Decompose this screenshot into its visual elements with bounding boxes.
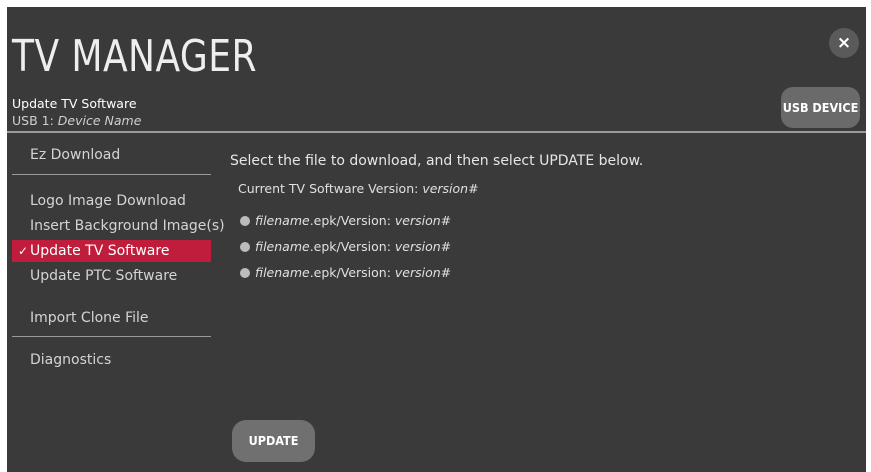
current-version-value: version# xyxy=(422,181,479,196)
file-version: version# xyxy=(394,239,452,254)
radio-button-icon[interactable] xyxy=(240,242,250,252)
radio-button-icon[interactable] xyxy=(240,216,250,226)
sidebar-item-ez-download[interactable]: Ez Download xyxy=(12,144,211,166)
sidebar-item-label: Insert Background Image(s) xyxy=(30,218,225,234)
sidebar-item-logo-image-download[interactable]: Logo Image Download xyxy=(12,190,211,212)
sidebar-divider xyxy=(12,336,211,337)
usb-device-button[interactable]: USB DEVICE xyxy=(781,87,860,128)
file-name: filename xyxy=(255,265,310,280)
file-option[interactable]: filename.epk/Version: version# xyxy=(240,264,451,282)
instruction-text: Select the file to download, and then se… xyxy=(230,153,644,169)
current-version: Current TV Software Version: version# xyxy=(238,181,479,196)
file-version: version# xyxy=(394,265,452,280)
sidebar-item-label: Update TV Software xyxy=(30,243,170,259)
radio-button-icon[interactable] xyxy=(240,268,250,278)
file-version: version# xyxy=(394,213,452,228)
sidebar-item-label: Ez Download xyxy=(30,147,121,163)
app-title: TV MANAGER xyxy=(12,31,257,82)
device-info: USB 1: Device Name xyxy=(12,113,141,128)
sidebar-item-label: Logo Image Download xyxy=(30,193,186,209)
check-icon: ✓ xyxy=(18,244,29,258)
file-name: filename xyxy=(255,213,310,228)
current-version-label: Current TV Software Version: xyxy=(238,181,423,196)
file-option[interactable]: filename.epk/Version: version# xyxy=(240,212,451,230)
sidebar-item-label: Update PTC Software xyxy=(30,268,178,284)
update-button[interactable]: UPDATE xyxy=(232,420,315,462)
sidebar-item-insert-background-images[interactable]: Insert Background Image(s) xyxy=(12,215,225,237)
sidebar-item-diagnostics[interactable]: Diagnostics xyxy=(12,349,211,371)
sidebar-divider xyxy=(12,174,211,175)
sidebar-item-import-clone-file[interactable]: Import Clone File xyxy=(12,307,211,329)
file-suffix: .epk/Version: xyxy=(309,239,395,254)
file-name: filename xyxy=(255,239,310,254)
sidebar-item-update-ptc-software[interactable]: Update PTC Software xyxy=(12,265,211,287)
sidebar-item-update-tv-software[interactable]: ✓ Update TV Software xyxy=(12,240,211,262)
close-icon: × xyxy=(836,33,852,53)
file-suffix: .epk/Version: xyxy=(309,213,395,228)
close-button[interactable]: × xyxy=(829,28,859,58)
file-suffix: .epk/Version: xyxy=(309,265,395,280)
device-prefix: USB 1: xyxy=(12,113,58,128)
file-option[interactable]: filename.epk/Version: version# xyxy=(240,238,451,256)
sidebar-item-label: Diagnostics xyxy=(30,352,112,368)
sidebar-item-label: Import Clone File xyxy=(30,310,149,326)
tv-manager-screen: TV MANAGER × Update TV Software USB 1: D… xyxy=(7,7,866,472)
header-divider xyxy=(7,131,866,133)
section-title: Update TV Software xyxy=(12,96,137,111)
device-name: Device Name xyxy=(57,113,142,128)
